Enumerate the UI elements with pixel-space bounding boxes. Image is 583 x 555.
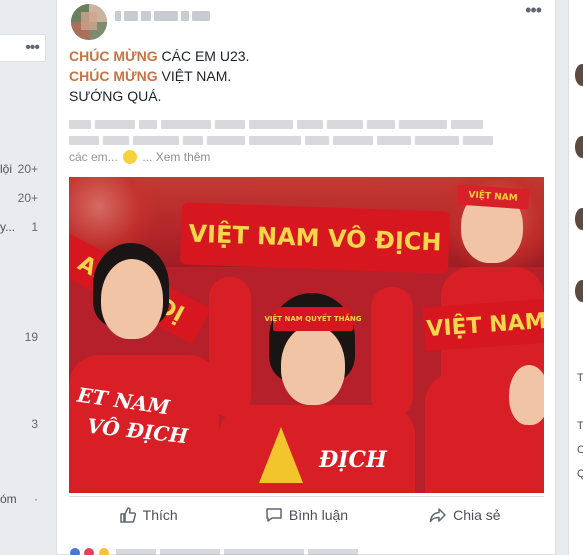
post-actions: Thích Bình luận Chia sẻ [69, 496, 544, 532]
reactions-summary[interactable] [69, 544, 399, 555]
victory-banner-text: VIỆT NAM VÔ ĐỊCH [187, 219, 442, 257]
sidebar-item-count: 20+ [17, 162, 38, 176]
truncated-text: các em... [69, 150, 118, 164]
highlight-text: CHÚC MỪNG [69, 48, 158, 64]
sidebar-item-count: 19 [24, 330, 38, 344]
line-text: VIỆT NAM. [157, 68, 232, 84]
news-feed-post: ••• CHÚC MỪNG CÁC EM U23. CHÚC MỪNG VIỆT… [56, 0, 556, 555]
avatar[interactable] [71, 4, 107, 40]
sidebar-item-label: óm [0, 492, 17, 506]
comment-label: Bình luận [288, 506, 349, 523]
contact-avatar[interactable] [575, 64, 583, 86]
blurred-text-line [69, 132, 497, 146]
girl-left-face [101, 259, 163, 339]
center-girl-arm-left [209, 277, 251, 417]
like-button[interactable]: Thích [69, 497, 227, 532]
love-reaction-icon [83, 546, 96, 555]
like-reaction-icon [69, 546, 81, 555]
post-menu-icon[interactable]: ••• [525, 0, 542, 21]
contact-avatar[interactable] [575, 136, 583, 158]
line-text: CÁC EM U23. [157, 48, 250, 64]
sidebar-item-count: 3 [31, 417, 38, 431]
victory-banner: VIỆT NAM VÔ ĐỊCH [179, 202, 451, 274]
center-girl-cap-text: VIỆT NAM QUYẾT THẮNG [264, 315, 362, 323]
like-label: Thích [142, 506, 178, 523]
see-more-link[interactable]: Xem thêm [156, 150, 211, 164]
comment-button[interactable]: Bình luận [227, 497, 385, 532]
sidebar-item-label: lội [0, 162, 13, 176]
center-girl-cap: VIỆT NAM QUYẾT THẮNG [264, 307, 362, 331]
sidebar-item-count: 20+ [17, 191, 38, 205]
more-options-icon[interactable]: ••• [25, 39, 40, 57]
center-girl-arm-right [371, 287, 413, 417]
right-scarf: VIỆT NAM [422, 298, 544, 352]
left-sidebar: ••• lội 20+ 20+ y... 1 19 3 óm · [0, 0, 52, 555]
right-scarf-text: VIỆT NAM [425, 308, 544, 342]
share-button[interactable]: Chia sẻ [386, 497, 544, 532]
right-text: Ti [577, 420, 583, 432]
sidebar-item-label: y... [0, 220, 16, 234]
smile-emoji-icon [123, 150, 138, 164]
highlight-text: CHÚC MỪNG [69, 68, 158, 84]
haha-reaction-icon [97, 546, 110, 555]
see-more-row: các em... ... Xem thêm [69, 150, 210, 164]
post-line-2: CHÚC MỪNG VIỆT NAM. [69, 66, 539, 86]
ellipsis-text: ... [142, 150, 153, 164]
share-label: Chia sẻ [453, 506, 501, 523]
comment-icon [266, 507, 282, 522]
post-text: CHÚC MỪNG CÁC EM U23. CHÚC MỪNG VIỆT NAM… [69, 46, 539, 106]
sidebar-item-count: 1 [31, 220, 38, 234]
author-name-blurred[interactable] [115, 8, 255, 21]
post-line-1: CHÚC MỪNG CÁC EM U23. [69, 46, 539, 66]
contact-avatar[interactable] [575, 208, 583, 230]
center-girl-face [281, 325, 345, 405]
right-text: Q [577, 468, 583, 480]
shirt-star-icon [259, 427, 303, 483]
post-line-3: SƯỚNG QUÁ. [69, 88, 162, 104]
right-sidebar: T Ti C Q [568, 0, 583, 555]
right-text: T [577, 372, 583, 384]
left-card: ••• [0, 34, 46, 62]
sidebar-item-count: · [34, 492, 38, 506]
contact-avatar[interactable] [575, 280, 583, 302]
right-person-face [509, 365, 544, 425]
right-text: C [577, 444, 583, 456]
post-photo[interactable]: VIỆT NAM VIỆT NAM VÔ ĐỊCH AM VÔ ĐỊ VIỆT … [69, 177, 544, 493]
share-icon [429, 507, 446, 522]
blurred-text-line [69, 116, 487, 130]
center-girl-shirt-text: ĐỊCH [319, 447, 387, 473]
man-headband-text: VIỆT NAM [468, 190, 518, 204]
thumbs-up-icon [119, 506, 136, 523]
